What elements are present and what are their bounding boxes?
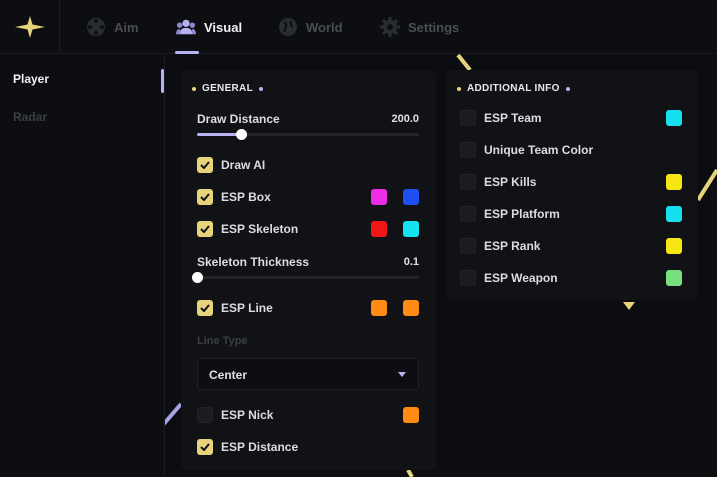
esp-platform-label: ESP Platform: [484, 207, 560, 221]
esp-line-toggle[interactable]: ESP Line: [197, 300, 273, 316]
checkbox[interactable]: [460, 142, 476, 158]
esp-box-color-1[interactable]: [371, 189, 387, 205]
skeleton-thickness-slider[interactable]: [192, 272, 419, 283]
esp-rank-toggle[interactable]: ESP Rank: [460, 238, 540, 254]
esp-team-color[interactable]: [666, 110, 682, 126]
esp-skeleton-toggle[interactable]: ESP Skeleton: [197, 221, 298, 237]
check-icon: [200, 161, 210, 169]
checkbox[interactable]: [197, 189, 213, 205]
tab-settings[interactable]: Settings: [380, 0, 459, 54]
draw-distance-value: 200.0: [391, 113, 419, 125]
esp-weapon-color[interactable]: [666, 270, 682, 286]
esp-line-color-1[interactable]: [371, 300, 387, 316]
line-type-label: Line Type: [197, 335, 248, 347]
checkbox[interactable]: [460, 206, 476, 222]
skeleton-thickness-label: Skeleton Thickness: [197, 255, 310, 269]
checkbox[interactable]: [197, 407, 213, 423]
tab-label: Visual: [204, 19, 243, 35]
esp-kills-toggle[interactable]: ESP Kills: [460, 174, 536, 190]
sidebar-item-player[interactable]: Player: [13, 72, 49, 86]
active-tab-indicator: [175, 51, 199, 54]
tab-visual[interactable]: Visual: [176, 0, 242, 54]
esp-skeleton-color-1[interactable]: [371, 221, 387, 237]
esp-weapon-toggle[interactable]: ESP Weapon: [460, 270, 558, 286]
checkbox[interactable]: [197, 221, 213, 237]
draw-ai-toggle[interactable]: Draw AI: [197, 157, 265, 173]
sidebar-active-indicator: [161, 69, 164, 93]
additional-info-title: ADDITIONAL INFO: [457, 83, 570, 94]
unique-team-color-label: Unique Team Color: [484, 143, 594, 157]
checkbox[interactable]: [460, 270, 476, 286]
esp-kills-label: ESP Kills: [484, 175, 537, 189]
esp-line-color-2[interactable]: [403, 300, 419, 316]
checkbox[interactable]: [197, 300, 213, 316]
title-dot-icon: [565, 86, 570, 91]
checkbox[interactable]: [460, 110, 476, 126]
checkbox[interactable]: [197, 157, 213, 173]
esp-rank-color[interactable]: [666, 238, 682, 254]
tab-aim[interactable]: Aim: [86, 0, 139, 54]
users-icon: [176, 17, 196, 37]
checkbox[interactable]: [197, 439, 213, 455]
title-dot-icon: [457, 86, 461, 91]
draw-distance-label: Draw Distance: [197, 112, 280, 126]
title-dot-icon: [192, 86, 196, 91]
esp-distance-label: ESP Distance: [221, 440, 299, 454]
check-icon: [200, 443, 210, 451]
esp-distance-toggle[interactable]: ESP Distance: [197, 439, 298, 455]
sidebar-item-radar[interactable]: Radar: [13, 110, 47, 124]
esp-line-label: ESP Line: [221, 301, 273, 315]
check-icon: [200, 225, 210, 233]
slider-fill: [197, 133, 242, 136]
skeleton-thickness-value: 0.1: [403, 256, 419, 268]
sparkle-star-icon: [14, 16, 45, 38]
esp-skeleton-color-2[interactable]: [403, 221, 419, 237]
line-type-selected: Center: [209, 368, 248, 382]
esp-team-toggle[interactable]: ESP Team: [460, 110, 542, 126]
draw-ai-label: Draw AI: [221, 158, 266, 172]
esp-nick-color[interactable]: [403, 407, 419, 423]
logo: [0, 0, 60, 54]
chevron-down-icon: [398, 372, 406, 377]
check-icon: [200, 304, 210, 312]
esp-nick-toggle[interactable]: ESP Nick: [197, 407, 273, 423]
sidebar: Player Radar: [0, 55, 165, 477]
draw-distance-slider[interactable]: [197, 129, 419, 140]
crosshair-icon: [86, 17, 106, 37]
top-nav-bar: Aim Visual World Settings: [0, 0, 717, 54]
tab-world[interactable]: World: [278, 0, 343, 54]
tab-label: Settings: [408, 19, 460, 35]
gear-icon: [380, 17, 400, 37]
esp-nick-label: ESP Nick: [221, 408, 274, 422]
general-panel: GENERAL Draw Distance 200.0 Draw AI ESP …: [181, 70, 436, 470]
line-type-dropdown[interactable]: Center: [197, 358, 419, 390]
esp-platform-color[interactable]: [666, 206, 682, 222]
esp-box-color-2[interactable]: [403, 189, 419, 205]
esp-kills-color[interactable]: [666, 174, 682, 190]
esp-weapon-label: ESP Weapon: [484, 271, 558, 285]
checkbox[interactable]: [460, 174, 476, 190]
esp-team-label: ESP Team: [484, 111, 542, 125]
additional-info-panel: ADDITIONAL INFO ESP Team Unique Team Col…: [446, 70, 698, 300]
checkbox[interactable]: [460, 238, 476, 254]
tab-label: World: [306, 19, 343, 35]
esp-box-toggle[interactable]: ESP Box: [197, 189, 271, 205]
title-dot-icon: [259, 86, 263, 91]
esp-box-label: ESP Box: [221, 190, 271, 204]
tab-label: Aim: [114, 19, 139, 35]
globe-icon: [278, 17, 298, 37]
unique-team-color-toggle[interactable]: Unique Team Color: [460, 142, 593, 158]
slider-knob[interactable]: [192, 272, 203, 283]
check-icon: [200, 193, 210, 201]
esp-rank-label: ESP Rank: [484, 239, 541, 253]
general-panel-title: GENERAL: [192, 83, 263, 94]
esp-skeleton-label: ESP Skeleton: [221, 222, 299, 236]
esp-platform-toggle[interactable]: ESP Platform: [460, 206, 560, 222]
slider-knob[interactable]: [236, 129, 248, 140]
